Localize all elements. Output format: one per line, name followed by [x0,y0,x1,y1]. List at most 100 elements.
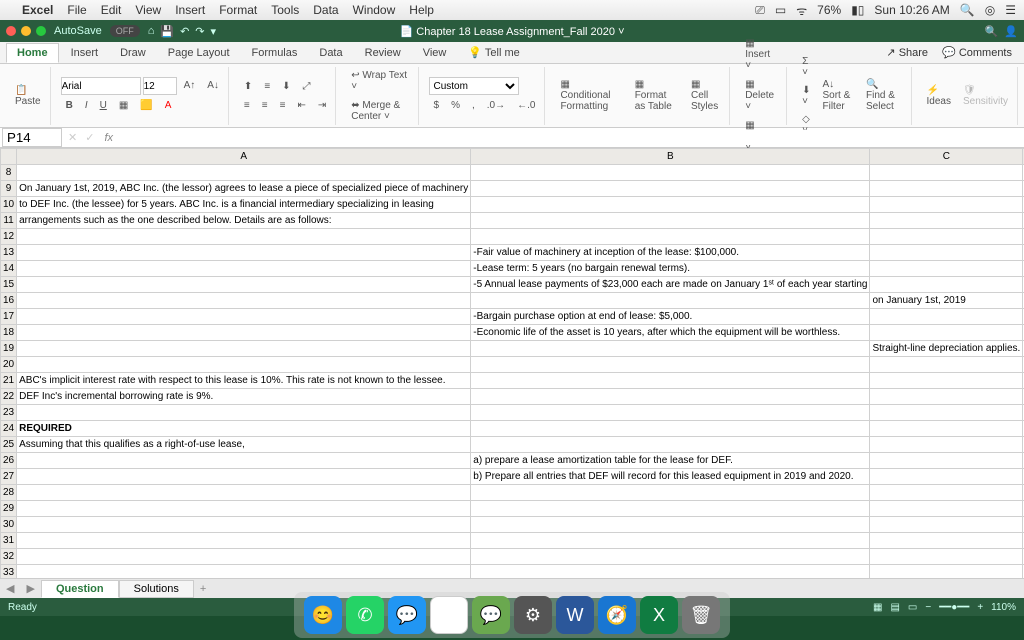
dock-messages2-icon[interactable]: 💬 [472,596,510,634]
sheet-tab-solutions[interactable]: Solutions [119,580,194,598]
menu-data[interactable]: Data [313,3,338,17]
fill-icon[interactable]: ⬇ ˅ [797,82,815,110]
cell[interactable] [17,293,471,309]
select-all-corner[interactable] [1,149,17,165]
row-header[interactable]: 27 [1,469,17,485]
row-header[interactable]: 28 [1,485,17,501]
cell[interactable] [870,197,1023,213]
tab-page-layout[interactable]: Page Layout [158,44,240,62]
cell[interactable] [870,421,1023,437]
comments-button[interactable]: 💬 Comments [936,44,1018,61]
qat-more-icon[interactable]: ▾ [211,25,217,38]
row-header[interactable]: 30 [1,517,17,533]
cell[interactable] [471,405,870,421]
row-header[interactable]: 15 [1,277,17,293]
number-format-select[interactable]: Custom [429,77,519,95]
menu-file[interactable]: File [67,3,86,17]
row-header[interactable]: 26 [1,453,17,469]
search-icon[interactable]: 🔍 [985,25,999,38]
cell[interactable] [17,165,471,181]
cell[interactable] [870,501,1023,517]
cell[interactable] [471,485,870,501]
cell[interactable] [471,341,870,357]
menu-view[interactable]: View [135,3,161,17]
cell[interactable] [17,549,471,565]
increase-font-icon[interactable]: A↑ [179,77,201,95]
row-header[interactable]: 17 [1,309,17,325]
paste-button[interactable]: 📋Paste [10,82,46,110]
format-table-button[interactable]: ▦Format as Table [630,76,684,115]
cell[interactable] [870,517,1023,533]
tab-tellme[interactable]: 💡 Tell me [458,43,529,62]
dock-finder-icon[interactable]: 😊 [304,596,342,634]
percent-icon[interactable]: % [446,97,465,114]
traffic-lights[interactable] [6,26,46,36]
align-right-icon[interactable]: ≡ [275,97,291,114]
save-icon[interactable]: 💾 [160,25,174,38]
redo-icon[interactable]: ↷ [195,25,204,38]
underline-button[interactable]: U [95,97,112,114]
cell[interactable]: -Economic life of the asset is 10 years,… [471,325,870,341]
tab-formulas[interactable]: Formulas [242,44,308,62]
cell[interactable]: on January 1st, 2019 [870,293,1023,309]
share-button[interactable]: ↗ Share [880,44,934,61]
view-break-icon[interactable]: ▭ [908,602,917,613]
cell[interactable] [17,453,471,469]
cell[interactable] [870,261,1023,277]
cell[interactable]: -Bargain purchase option at end of lease… [471,309,870,325]
autosum-icon[interactable]: Σ ˅ [797,53,815,81]
cell[interactable]: arrangements such as the one described b… [17,213,471,229]
enter-icon[interactable]: ✓ [81,131,98,144]
autosave-toggle[interactable]: OFF [110,25,140,37]
cell[interactable] [17,517,471,533]
cell[interactable] [17,245,471,261]
cell[interactable] [471,517,870,533]
zoom-level[interactable]: 110% [991,602,1016,613]
cell[interactable] [471,229,870,245]
currency-icon[interactable]: $ [429,97,445,114]
cell[interactable] [471,565,870,579]
cell-styles-button[interactable]: ▦Cell Styles [686,76,725,115]
row-header[interactable]: 11 [1,213,17,229]
tab-data[interactable]: Data [309,44,352,62]
cell[interactable]: b) Prepare all entries that DEF will rec… [471,469,870,485]
maximize-icon[interactable] [36,26,46,36]
cell[interactable]: a) prepare a lease amortization table fo… [471,453,870,469]
row-header[interactable]: 31 [1,533,17,549]
cell[interactable] [870,405,1023,421]
menu-tools[interactable]: Tools [271,3,299,17]
cell[interactable] [17,533,471,549]
cell[interactable]: REQUIRED [17,421,471,437]
align-center-icon[interactable]: ≡ [257,97,273,114]
menu-window[interactable]: Window [353,3,396,17]
sheet-tab-question[interactable]: Question [41,580,119,598]
cell[interactable] [17,261,471,277]
row-header[interactable]: 29 [1,501,17,517]
dock-messages-icon[interactable]: 💬 [388,596,426,634]
cell[interactable] [17,229,471,245]
align-left-icon[interactable]: ≡ [239,97,255,114]
cell[interactable] [870,533,1023,549]
row-header[interactable]: 9 [1,181,17,197]
dock-settings-icon[interactable]: ⚙ [514,596,552,634]
delete-cells-button[interactable]: ▦ Delete ˅ [740,76,782,115]
row-header[interactable]: 20 [1,357,17,373]
zoom-out-icon[interactable]: − [925,602,931,613]
align-top-icon[interactable]: ⬆ [239,78,257,95]
row-header[interactable]: 22 [1,389,17,405]
cell[interactable] [471,197,870,213]
cell[interactable] [17,309,471,325]
cell[interactable] [17,501,471,517]
indent-dec-icon[interactable]: ⇤ [292,97,310,114]
fill-color-button[interactable]: 🟨 [135,97,157,114]
tab-home[interactable]: Home [6,43,59,63]
cell[interactable] [17,405,471,421]
cell[interactable] [17,469,471,485]
border-button[interactable]: ▦ [114,97,133,114]
cell[interactable] [870,389,1023,405]
cell[interactable] [870,229,1023,245]
menu-edit[interactable]: Edit [101,3,122,17]
wrap-text-button[interactable]: ↩ Wrap Text ˅ [346,67,413,95]
cell[interactable] [17,485,471,501]
conditional-fmt-button[interactable]: ▦Conditional Formatting [555,76,627,115]
